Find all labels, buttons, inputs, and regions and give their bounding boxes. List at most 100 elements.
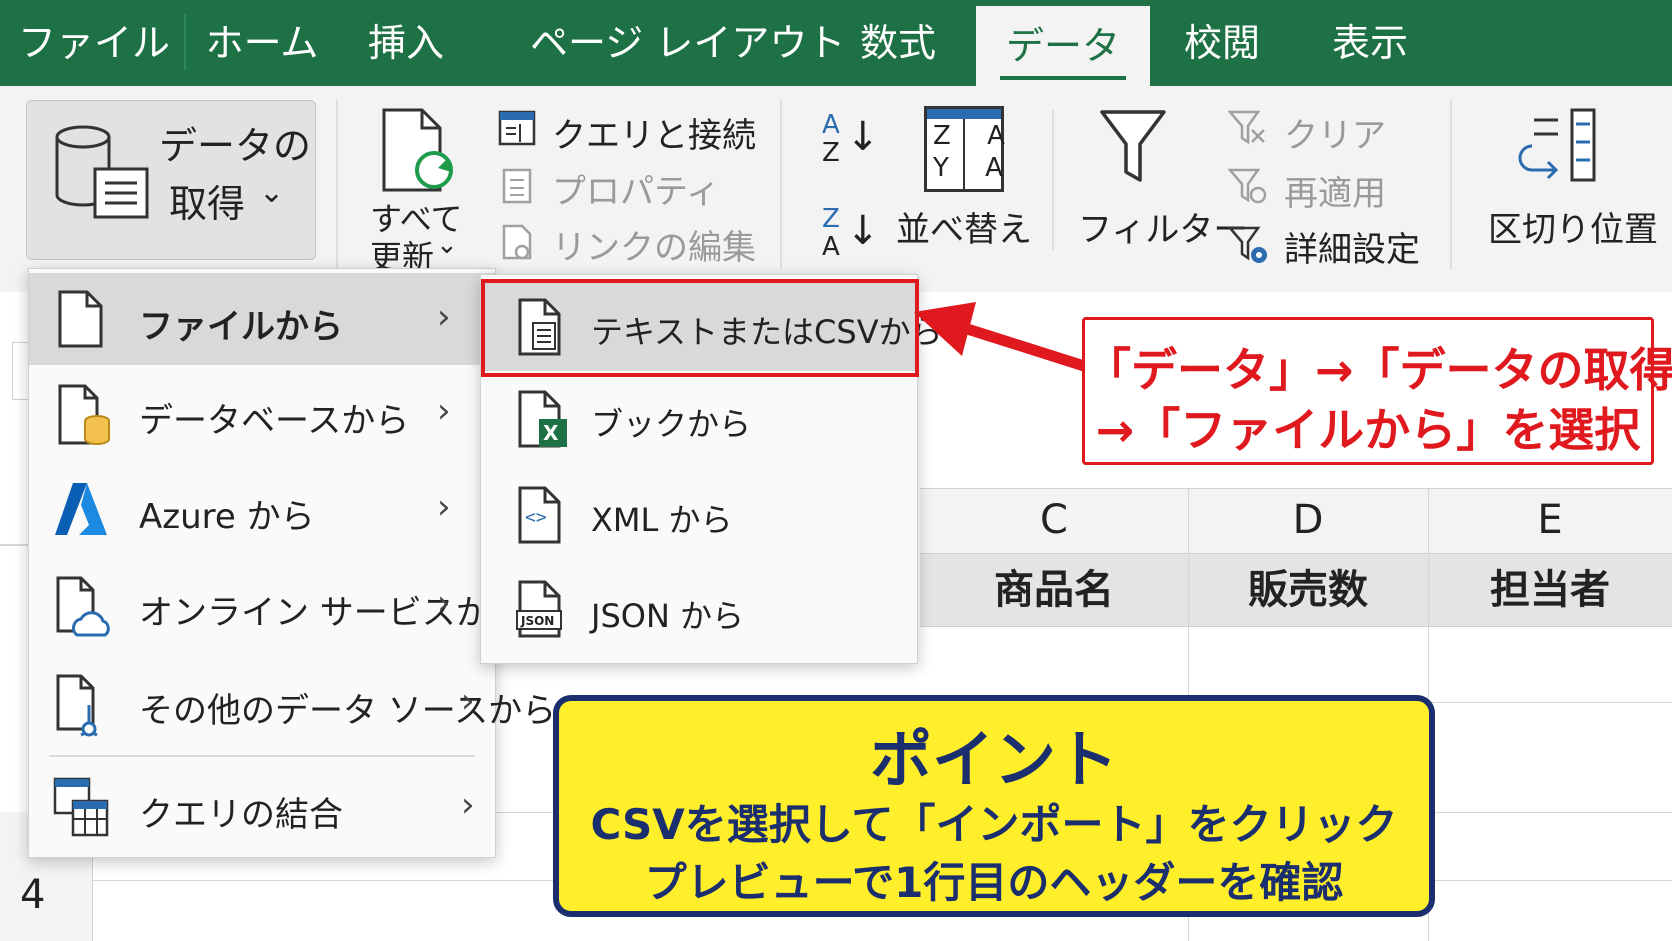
grid-edge: [0, 544, 30, 546]
point-callout: ポイント CSVを選択して「インポート」をクリック プレビューで1行目のヘッダー…: [553, 695, 1435, 917]
menu-item-from-file[interactable]: ファイルから ›: [29, 273, 495, 365]
submenu-item-from-json[interactable]: JSON JSON から: [481, 567, 917, 655]
database-icon: [55, 125, 149, 219]
excel-badge: X: [543, 421, 559, 445]
tab-page-layout[interactable]: ページ レイアウト: [530, 0, 845, 86]
menu-item-label: データベースから: [139, 401, 410, 441]
chevron-right-icon: ›: [461, 681, 475, 721]
arrow-down-icon: ↓: [846, 114, 880, 160]
tab-file[interactable]: ファイル: [14, 0, 174, 86]
chevron-down-icon: ⌄: [259, 175, 285, 210]
sort-ascending-button[interactable]: A Z ↓: [818, 110, 880, 174]
menu-item-from-online-services[interactable]: オンライン サービスから ›: [29, 561, 524, 653]
reapply-button[interactable]: 再適用: [1284, 166, 1386, 215]
tab-view[interactable]: 表示: [1320, 0, 1420, 86]
sort-za-bottom: A: [822, 232, 840, 262]
chevron-right-icon: ›: [461, 785, 475, 825]
menu-item-label: ファイルから: [139, 307, 343, 347]
from-file-submenu: テキストまたはCSVから X ブックから <> XML から JSON JSON…: [480, 274, 943, 664]
sort-az-top: A: [822, 110, 840, 140]
advanced-button[interactable]: 詳細設定: [1284, 222, 1420, 271]
cell-header-product[interactable]: 商品名: [920, 554, 1188, 626]
ribbon: データの 取得 ⌄ すべて 更新 ⌄ クエリと接続 プロパティ リンクの編集 A…: [0, 86, 1672, 293]
tab-separator: [184, 14, 186, 70]
point-line-2: プレビューで1行目のヘッダーを確認: [644, 858, 1344, 907]
reapply-icon: [1228, 168, 1267, 204]
chevron-right-icon: ›: [437, 487, 451, 527]
red-highlight-box: [481, 279, 919, 377]
cell-header-sales[interactable]: 販売数: [1188, 554, 1428, 626]
azure-icon: [55, 483, 107, 535]
queries-connections-icon: [498, 110, 536, 146]
ribbon-separator: [780, 100, 782, 270]
menu-item-label: オンライン サービスから: [139, 593, 524, 633]
sort-icon-bottom: Y A: [933, 153, 1017, 183]
submenu-item-label: XML から: [591, 501, 733, 539]
text-to-columns-icon[interactable]: [1508, 106, 1608, 186]
submenu-item-from-xml[interactable]: <> XML から: [481, 471, 917, 559]
clear-filter-icon: [1228, 110, 1265, 145]
menu-item-from-other-sources[interactable]: その他のデータ ソースから ›: [29, 659, 556, 751]
menu-divider: [49, 755, 475, 757]
chevron-right-icon: ›: [437, 583, 451, 623]
clear-button[interactable]: クリア: [1284, 108, 1386, 157]
other-sources-icon: [56, 674, 98, 737]
sort-za-top: Z: [822, 204, 840, 234]
arrow-down-icon: ↓: [846, 208, 880, 254]
database-file-icon: [58, 384, 110, 445]
text-to-columns-button[interactable]: 区切り位置: [1488, 202, 1658, 251]
tab-data[interactable]: データ: [976, 6, 1150, 86]
menu-item-from-database[interactable]: データベースから ›: [29, 369, 495, 461]
row-header-4[interactable]: 4: [20, 872, 45, 918]
get-data-label-1: データの: [159, 124, 312, 168]
sort-button[interactable]: 並べ替え: [896, 202, 1032, 251]
point-title: ポイント: [869, 723, 1118, 796]
menu-item-label: クエリの結合: [139, 795, 343, 835]
tab-insert[interactable]: 挿入: [356, 0, 456, 86]
filter-funnel-icon[interactable]: [1098, 108, 1168, 188]
sort-icon: Z A Y A: [924, 106, 1005, 192]
sort-icon-top: Z A: [933, 121, 1019, 151]
ribbon-separator: [1052, 110, 1054, 250]
properties-icon: [502, 168, 532, 204]
instruction-line-1: 「データ」→「データの取得」: [1085, 343, 1672, 397]
xml-badge: <>: [525, 507, 547, 528]
sort-descending-button[interactable]: Z A ↓: [818, 204, 880, 268]
chevron-down-icon: ⌄: [436, 230, 458, 260]
menu-item-label: Azure から: [139, 497, 315, 537]
filter-button[interactable]: フィルター: [1078, 202, 1247, 251]
tab-home[interactable]: ホーム: [196, 0, 328, 86]
refresh-all-icon[interactable]: [378, 106, 458, 198]
menu-item-label: その他のデータ ソースから: [139, 691, 557, 731]
submenu-item-label: ブックから: [591, 405, 752, 443]
sort-icon-header: [927, 109, 1001, 119]
instruction-line-2: →「ファイルから」を選択: [1095, 403, 1641, 457]
json-file-icon: [516, 580, 562, 638]
edit-links-button[interactable]: リンクの編集: [552, 220, 756, 269]
column-header-d[interactable]: D: [1188, 488, 1428, 552]
active-tab-underline: [1000, 76, 1126, 80]
combine-queries-icon: [53, 777, 109, 837]
tab-data-label: データ: [1005, 24, 1120, 68]
sort-az-bottom: Z: [822, 138, 840, 168]
properties-button[interactable]: プロパティ: [552, 164, 720, 213]
column-header-c[interactable]: C: [920, 488, 1188, 552]
tab-review[interactable]: 校閲: [1172, 0, 1272, 86]
queries-connections-button[interactable]: クエリと接続: [552, 108, 756, 157]
advanced-filter-icon: [1228, 226, 1267, 263]
cell-header-owner[interactable]: 担当者: [1428, 554, 1672, 626]
red-arrow-icon: [914, 302, 1088, 372]
instruction-callout: 「データ」→「データの取得」 →「ファイルから」を選択: [1082, 317, 1672, 465]
json-badge: JSON: [521, 614, 555, 628]
column-header-e[interactable]: E: [1428, 488, 1672, 552]
file-icon: [58, 290, 103, 348]
chevron-right-icon: ›: [437, 391, 451, 431]
submenu-item-from-workbook[interactable]: X ブックから: [481, 375, 917, 463]
get-data-button[interactable]: データの 取得 ⌄: [26, 100, 316, 260]
menu-item-combine-queries[interactable]: クエリの結合 ›: [29, 763, 495, 853]
point-line-1: CSVを選択して「インポート」をクリック: [590, 800, 1398, 849]
get-data-label-2: 取得: [169, 182, 246, 226]
chevron-right-icon: ›: [437, 297, 451, 337]
menu-item-from-azure[interactable]: Azure から ›: [29, 465, 495, 557]
tab-formulas[interactable]: 数式: [848, 0, 948, 86]
